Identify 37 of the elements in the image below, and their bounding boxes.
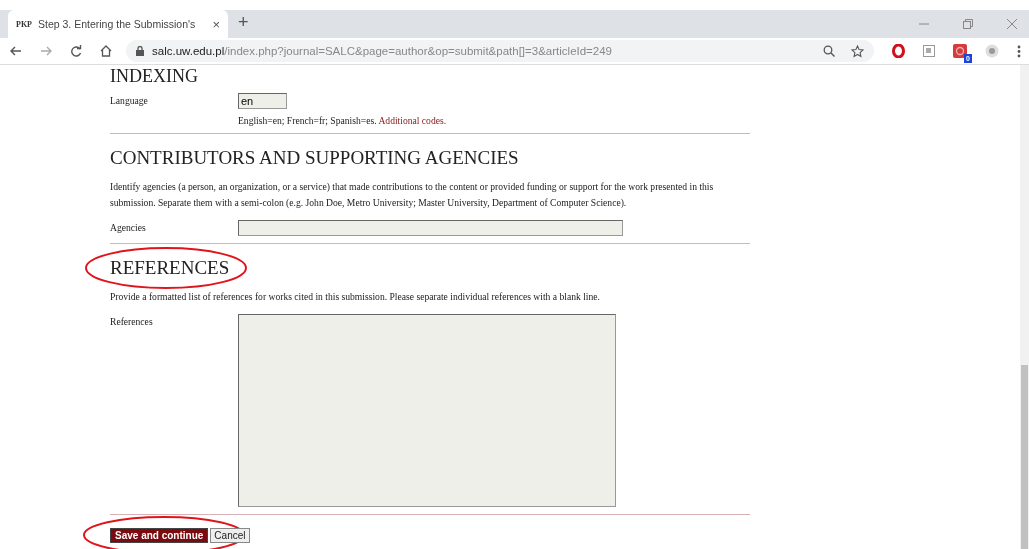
- url-text: salc.uw.edu.pl/index.php?journal=SALC&page=author&op=submit&path[]=3&articleId=249: [152, 45, 612, 57]
- reload-icon[interactable]: [70, 45, 82, 57]
- cancel-button[interactable]: Cancel: [210, 528, 250, 543]
- section-description: Identify agencies (a person, an organization, or a service) that made contributions to the content or provided funding or support for the work presented in this submission. Separate them with a semi-colon (e.g. John Doe, Metro University; Master University, Department of Computer Science).: [110, 180, 715, 210]
- forward-icon[interactable]: [40, 45, 52, 57]
- profile-icon[interactable]: [985, 44, 999, 58]
- field-label: References: [110, 315, 154, 329]
- address-bar[interactable]: salc.uw.edu.pl/index.php?journal=SALC&page=author&op=submit&path[]=3&articleId=249: [126, 40, 874, 62]
- scrollbar-thumb[interactable]: [1021, 365, 1028, 549]
- field-hint: English=en; French=fr; Spanish=es.: [238, 115, 377, 126]
- restore-icon[interactable]: [963, 19, 973, 29]
- zoom-icon[interactable]: [823, 45, 835, 57]
- menu-icon[interactable]: [1017, 44, 1021, 58]
- field-label: Language: [110, 94, 149, 108]
- back-icon[interactable]: [10, 45, 22, 57]
- browser-tab[interactable]: PKP Step 3. Entering the Submission's ×: [8, 10, 228, 38]
- opera-icon[interactable]: [892, 44, 905, 58]
- new-tab-button[interactable]: +: [238, 12, 249, 33]
- tab-title: Step 3. Entering the Submission's: [38, 18, 197, 30]
- tab-close-button[interactable]: ×: [212, 16, 220, 32]
- extension-icon[interactable]: [953, 44, 967, 58]
- save-and-continue-button[interactable]: Save and continue: [110, 528, 209, 543]
- section-heading: CONTRIBUTORS AND SUPPORTING AGENCIES: [110, 148, 520, 168]
- additional-codes-link[interactable]: Additional codes.: [378, 115, 447, 126]
- field-label: Agencies: [110, 221, 147, 235]
- agencies-field[interactable]: [238, 220, 623, 236]
- favicon-text: PKP: [16, 19, 32, 29]
- lock-icon: [136, 46, 144, 56]
- section-description: Provide a formatted list of references for works cited in this submission. Please separate individual references with a blank line.: [110, 290, 601, 304]
- home-icon[interactable]: [100, 45, 112, 57]
- references-field[interactable]: [238, 314, 616, 507]
- section-heading: INDEXING: [110, 66, 199, 86]
- star-icon[interactable]: [851, 44, 864, 58]
- section-heading: REFERENCES: [110, 258, 231, 278]
- close-icon[interactable]: [1007, 19, 1017, 29]
- language-field[interactable]: en: [238, 93, 287, 109]
- extension-icon[interactable]: [923, 45, 935, 57]
